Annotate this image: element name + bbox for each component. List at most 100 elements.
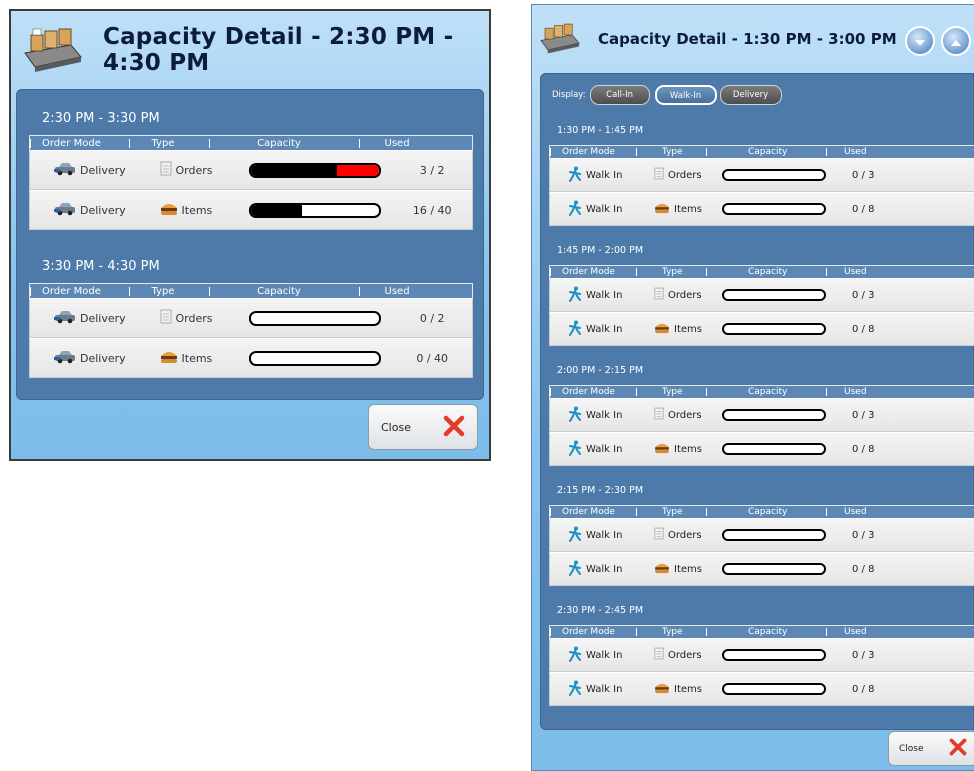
capacity-grid: Order Mode Type Capacity Used Walk In Or…: [549, 385, 974, 466]
capacity-cell: [716, 323, 846, 335]
capacity-bar: [249, 162, 382, 178]
grid-header: Order Mode Type Capacity Used: [29, 135, 473, 150]
table-row[interactable]: Walk In Orders 0 / 3: [549, 278, 974, 312]
order-mode-label: Walk In: [586, 169, 623, 181]
table-row[interactable]: Delivery Items 0 / 40: [29, 338, 473, 378]
column-header-used: Used: [826, 267, 894, 277]
close-button[interactable]: Close: [888, 731, 974, 766]
capacity-cell: [716, 443, 846, 455]
filter-call-in-button[interactable]: Call-In: [589, 85, 650, 105]
capacity-panel: 2:30 PM - 3:30 PM Order Mode Type Capaci…: [16, 89, 484, 400]
type-cell: Orders: [150, 161, 240, 179]
type-label: Items: [674, 323, 702, 335]
type-label: Orders: [175, 311, 213, 325]
used-cell: 0 / 3: [852, 289, 875, 301]
time-slot-title: 2:30 PM - 2:45 PM: [557, 605, 644, 616]
capacity-fill: [251, 164, 337, 176]
walking-person-icon: [568, 166, 582, 185]
capacity-grid: Order Mode Type Capacity Used Delivery O…: [29, 135, 473, 230]
used-cell: 0 / 8: [852, 203, 875, 215]
type-label: Items: [181, 351, 213, 365]
capacity-fill: [251, 204, 303, 216]
column-header-order-mode: Order Mode: [30, 286, 129, 297]
type-cell: Items: [646, 322, 716, 337]
table-row[interactable]: Walk In Items 0 / 8: [549, 312, 974, 346]
filter-delivery-button[interactable]: Delivery: [719, 85, 782, 105]
used-cell: 0 / 3: [852, 409, 875, 421]
column-header-order-mode: Order Mode: [550, 387, 636, 397]
burger-icon: [654, 562, 670, 577]
type-label: Items: [181, 203, 213, 217]
filter-walk-in-button[interactable]: Walk-In: [654, 85, 717, 105]
delivery-car-icon: [54, 202, 76, 219]
table-row[interactable]: Walk In Items 0 / 8: [549, 432, 974, 466]
time-slot-title: 1:30 PM - 1:45 PM: [557, 125, 644, 136]
time-slot-title: 3:30 PM - 4:30 PM: [42, 259, 160, 274]
red-x-icon: [443, 415, 465, 440]
order-mode-label: Walk In: [586, 289, 623, 301]
capacity-grid: Order Mode Type Capacity Used Walk In Or…: [549, 625, 974, 706]
order-mode-cell: Walk In: [550, 320, 646, 339]
scroll-down-button[interactable]: [905, 26, 935, 56]
table-row[interactable]: Delivery Orders 3 / 2: [29, 150, 473, 190]
scroll-up-button[interactable]: [941, 26, 971, 56]
walking-person-icon: [568, 200, 582, 219]
type-label: Items: [674, 203, 702, 215]
order-mode-label: Delivery: [80, 311, 126, 325]
order-mode-label: Walk In: [586, 529, 623, 541]
order-mode-label: Delivery: [80, 351, 126, 365]
type-cell: Orders: [646, 287, 716, 303]
table-row[interactable]: Delivery Orders 0 / 2: [29, 298, 473, 338]
table-row[interactable]: Walk In Items 0 / 8: [549, 672, 974, 706]
table-row[interactable]: Walk In Orders 0 / 3: [549, 158, 974, 192]
type-cell: Items: [150, 350, 240, 367]
burger-icon: [160, 350, 178, 367]
document-icon: [654, 647, 664, 663]
capacity-bar: [722, 203, 826, 215]
food-tray-icon: [538, 20, 582, 58]
column-header-order-mode: Order Mode: [550, 267, 636, 277]
display-filter: Display: Call-In Walk-In Delivery: [552, 85, 782, 105]
document-icon: [654, 287, 664, 303]
column-header-order-mode: Order Mode: [550, 627, 636, 637]
walking-person-icon: [568, 406, 582, 425]
document-icon: [160, 161, 172, 179]
column-header-type: Type: [636, 267, 706, 277]
order-mode-label: Delivery: [80, 203, 126, 217]
used-cell: 0 / 8: [852, 443, 875, 455]
burger-icon: [654, 322, 670, 337]
type-label: Orders: [668, 529, 702, 541]
type-label: Orders: [668, 289, 702, 301]
type-cell: Items: [646, 682, 716, 697]
dialog-title: Capacity Detail - 1:30 PM - 3:00 PM: [598, 30, 897, 48]
table-row[interactable]: Walk In Orders 0 / 3: [549, 638, 974, 672]
column-header-order-mode: Order Mode: [550, 507, 636, 517]
walking-person-icon: [568, 560, 582, 579]
capacity-bar: [722, 169, 826, 181]
table-row[interactable]: Walk In Items 0 / 8: [549, 192, 974, 226]
table-row[interactable]: Walk In Orders 0 / 3: [549, 518, 974, 552]
capacity-bar: [249, 202, 382, 218]
column-header-used: Used: [826, 507, 894, 517]
close-button-label: Close: [899, 743, 924, 754]
order-mode-cell: Walk In: [550, 200, 646, 219]
capacity-bar: [722, 529, 826, 541]
type-cell: Items: [646, 562, 716, 577]
capacity-cell: [716, 409, 846, 421]
grid-header: Order Mode Type Capacity Used: [549, 625, 974, 638]
table-row[interactable]: Walk In Items 0 / 8: [549, 552, 974, 586]
time-slot-title: 2:15 PM - 2:30 PM: [557, 485, 644, 496]
table-row[interactable]: Delivery Items 16 / 40: [29, 190, 473, 230]
table-row[interactable]: Walk In Orders 0 / 3: [549, 398, 974, 432]
order-mode-label: Walk In: [586, 443, 623, 455]
document-icon: [654, 527, 664, 543]
time-slot-title: 1:45 PM - 2:00 PM: [557, 245, 644, 256]
dialog-titlebar: Capacity Detail - 2:30 PM - 4:30 PM: [11, 11, 489, 89]
used-cell: 0 / 3: [852, 169, 875, 181]
close-button[interactable]: Close: [368, 404, 478, 450]
capacity-bar: [249, 310, 382, 326]
chevron-up-icon: [950, 32, 962, 51]
capacity-grid: Order Mode Type Capacity Used Walk In Or…: [549, 505, 974, 586]
capacity-bar: [722, 323, 826, 335]
capacity-detail-dialog-left: Capacity Detail - 2:30 PM - 4:30 PM 2:30…: [9, 9, 491, 461]
